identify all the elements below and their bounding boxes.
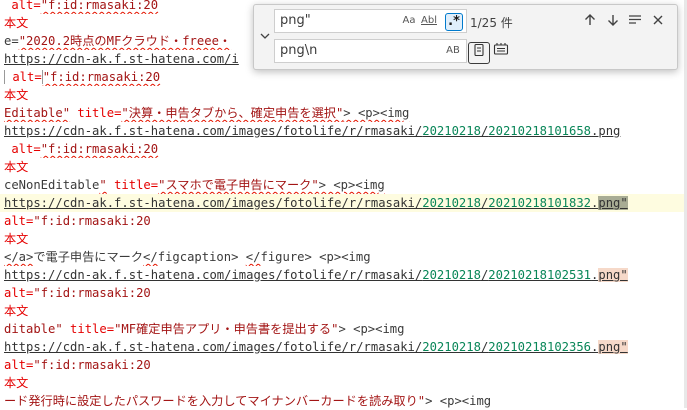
code-token: https://cdn-ak.f.st-hatena.com/images/fo…	[4, 124, 423, 138]
find-in-selection-icon[interactable]	[626, 13, 644, 31]
code-token: > <p><img	[425, 394, 492, 408]
code-token: .png	[591, 124, 621, 138]
code-token: ditable"	[4, 322, 63, 336]
search-match: png"	[598, 340, 628, 354]
code-token: 本文	[4, 232, 29, 246]
code-token: ceNonEditable	[4, 178, 100, 192]
whole-word-toggle[interactable]: Abl	[421, 13, 437, 29]
code-line[interactable]: 本文	[0, 302, 687, 320]
code-token: 本文	[4, 376, 29, 390]
code-token: 20210218	[422, 268, 481, 282]
code-token: "スマホで電子申告にマーク"	[158, 178, 319, 192]
replace-all-icon[interactable]	[491, 42, 511, 62]
code-line[interactable]: alt="f:id:rmasaki:20	[0, 140, 687, 158]
replace-input[interactable]: png\n AB	[274, 39, 467, 63]
preserve-case-toggle[interactable]: AB	[445, 43, 461, 59]
code-token: </	[245, 250, 261, 264]
arrow-up-icon[interactable]	[581, 13, 599, 31]
code-token: 20210218	[422, 124, 481, 138]
code-token: "f:id:rmasaki:20	[33, 214, 151, 228]
code-token: "f:id:rmasaki:20	[40, 142, 159, 156]
match-count: 1/25 件	[470, 16, 513, 30]
code-token: "決算・申告タブから、確定申告を選択"	[121, 106, 344, 120]
code-line[interactable]: </a>で電子申告にマーク</figcaption> </figure> <p>…	[0, 248, 687, 266]
code-token: ード発行時に設定したパスワードを入力してマイナンバーカードを読み取り"	[4, 394, 426, 408]
code-token: https://cdn-ak.f.st-hatena.com/images/fo…	[4, 340, 423, 354]
code-line[interactable]: 本文	[0, 158, 687, 176]
code-line[interactable]: 本文	[0, 374, 687, 392]
code-line[interactable]: alt="f:id:rmasaki:20	[0, 356, 687, 374]
code-token: alt=	[4, 142, 41, 156]
code-line[interactable]: alt="f:id:rmasaki:20	[0, 212, 687, 230]
code-line[interactable]: ceNonEditable" title="スマホで電子申告にマーク"> <p>…	[0, 176, 687, 194]
code-token: 20210218	[422, 196, 481, 210]
code-token: > <p><img	[318, 178, 385, 192]
code-line[interactable]: alt="f:id:rmasaki:20	[0, 68, 687, 86]
code-token: "f:id:rmasaki:20	[33, 358, 151, 372]
replace-icon[interactable]	[468, 42, 490, 64]
match-case-toggle[interactable]: Aa	[401, 13, 417, 29]
code-token: alt=	[4, 286, 34, 300]
code-token: 20210218102531	[488, 268, 592, 282]
code-token: "f:id:rmasaki:20	[42, 70, 161, 84]
code-line[interactable]: 本文	[0, 86, 687, 104]
code-token: 20210218	[422, 340, 481, 354]
code-token: "f:id:rmasaki:20	[33, 286, 151, 300]
code-token: 20210218101658	[488, 124, 592, 138]
code-token: title=	[70, 106, 122, 120]
code-token: 本文	[4, 304, 29, 318]
code-line[interactable]: 本文	[0, 230, 687, 248]
code-token: > <p><img	[338, 322, 405, 336]
search-match: png"	[598, 196, 628, 210]
code-token: 20210218101832	[488, 196, 592, 210]
code-token: "2020.2時点のMFクラウド・freee・	[18, 34, 232, 48]
code-token: "f:id:rmasaki:20	[40, 0, 159, 12]
code-token: </	[143, 250, 158, 264]
replace-input-value: png\n	[280, 43, 318, 58]
code-token: 本文	[4, 16, 29, 30]
close-icon[interactable]	[649, 13, 667, 31]
find-replace-widget: png" Aa Abl .* 1/25 件 png\n AB	[253, 4, 678, 70]
code-token: https://cdn-ak.f.st-hatena.com/images/fo…	[4, 196, 423, 210]
code-token: 本文	[4, 160, 29, 174]
code-line[interactable]: Editable" title="決算・申告タブから、確定申告を選択"> <p>…	[0, 104, 687, 122]
code-token: "	[99, 178, 107, 192]
code-token: alt=	[4, 70, 43, 84]
code-token: 20210218102356	[488, 340, 592, 354]
arrow-down-icon[interactable]	[604, 13, 622, 31]
code-line[interactable]: https://cdn-ak.f.st-hatena.com/images/fo…	[0, 266, 687, 284]
code-token: https://cdn-ak.f.st-hatena.com/i	[4, 52, 239, 66]
search-match: png"	[598, 268, 628, 282]
code-token: alt=	[4, 0, 41, 12]
code-line[interactable]: ード発行時に設定したパスワードを入力してマイナンバーカードを読み取り"> <p>…	[0, 392, 687, 410]
code-token: title=	[62, 322, 115, 336]
find-input-value: png"	[280, 13, 311, 28]
code-token: 本文	[4, 88, 29, 102]
regex-toggle[interactable]: .*	[445, 13, 463, 31]
code-token: https://cdn-ak.f.st-hatena.com/images/fo…	[4, 268, 423, 282]
code-token: > <p><img	[343, 106, 410, 120]
code-token: title=	[106, 178, 159, 192]
code-token: で電子申告にマーク	[33, 250, 144, 264]
code-token: "MF確定申告アプリ・申告書を提出する"	[114, 322, 339, 336]
code-line[interactable]: https://cdn-ak.f.st-hatena.com/images/fo…	[0, 122, 687, 140]
code-token: alt=	[4, 214, 34, 228]
code-token: figure> <p><img	[260, 250, 371, 264]
code-line[interactable]: https://cdn-ak.f.st-hatena.com/images/fo…	[0, 338, 687, 356]
code-token: Editable"	[4, 106, 71, 120]
find-input[interactable]: png" Aa Abl .*	[274, 9, 467, 33]
code-line[interactable]: alt="f:id:rmasaki:20	[0, 284, 687, 302]
code-token: e=	[4, 34, 19, 48]
code-token: figcaption>	[157, 250, 246, 264]
chevron-down-icon[interactable]	[258, 27, 272, 49]
code-line-current[interactable]: https://cdn-ak.f.st-hatena.com/images/fo…	[0, 194, 687, 212]
code-token: </a>	[4, 250, 34, 264]
code-line[interactable]: ditable" title="MF確定申告アプリ・申告書を提出する"> <p>…	[0, 320, 687, 338]
code-token: alt=	[4, 358, 34, 372]
